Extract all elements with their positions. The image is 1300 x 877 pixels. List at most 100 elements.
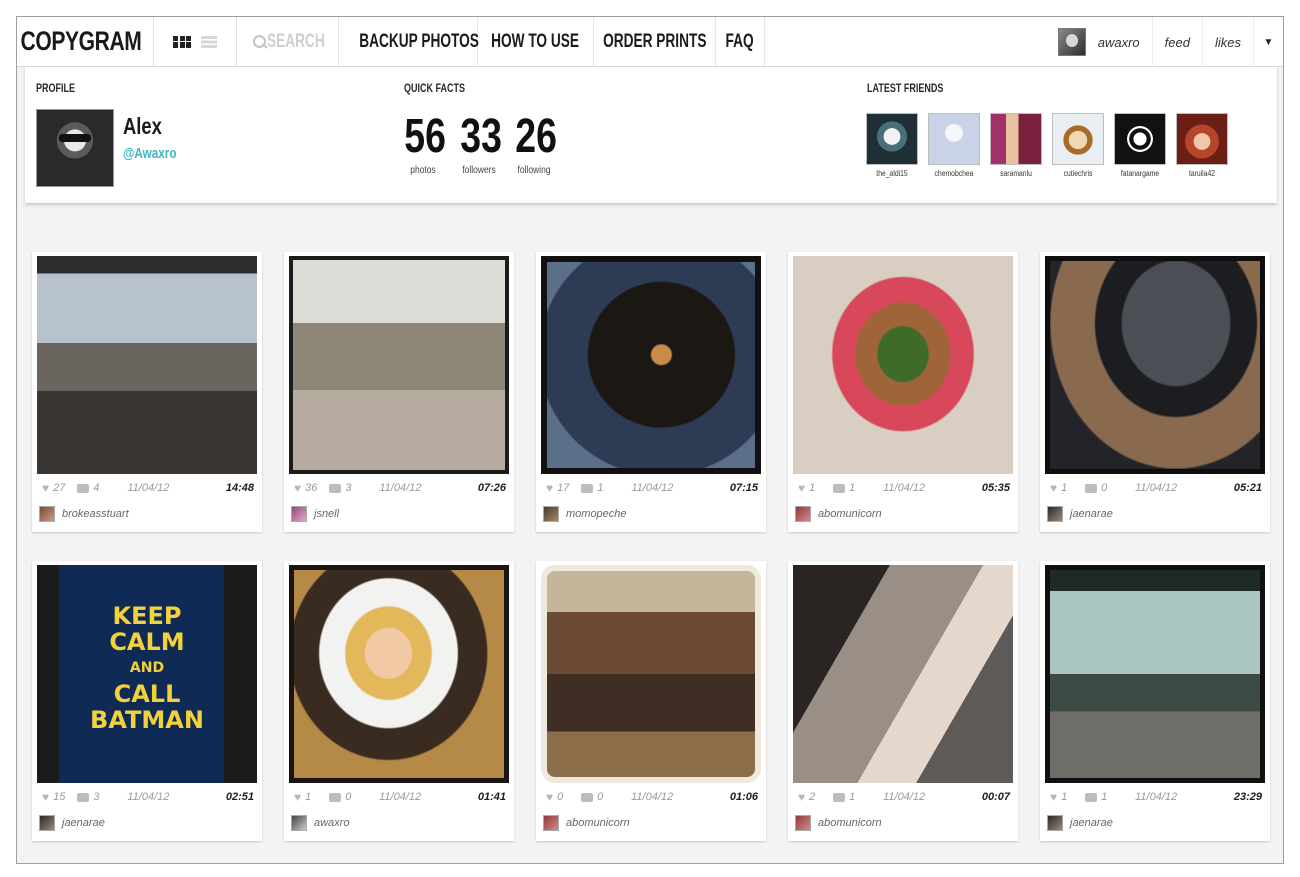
search-input[interactable]: SEARCH [237,17,338,67]
photo-card[interactable]: ♥ 2 1 11/04/12 00:07 abomunicorn [788,561,1018,841]
photo-thumbnail[interactable]: KEEP CALM AND CALL BATMAN [37,565,257,783]
photo-time: 01:41 [477,791,506,803]
photo-owner[interactable]: abomunicorn [795,815,882,831]
comment-icon[interactable] [833,792,846,802]
fact-value: 26 [515,110,557,163]
owner-name: abomunicorn [818,817,882,829]
photo-thumbnail[interactable] [793,565,1013,783]
photo-owner[interactable]: abomunicorn [795,506,882,522]
photo-thumbnail[interactable] [37,256,257,474]
like-count: 17 [557,482,570,494]
friend-item[interactable]: the_aldi15 [865,113,919,178]
friend-item[interactable]: fatanargame [1113,113,1167,178]
comment-count: 3 [345,482,352,494]
photo-thumbnail[interactable] [289,565,509,783]
owner-name: jaenarae [1070,508,1113,520]
photo-owner[interactable]: awaxro [291,815,349,831]
fact-label: photos [410,165,436,176]
photo-time: 00:07 [981,791,1010,803]
logo[interactable]: COPYGRAM [17,17,142,67]
comment-icon[interactable] [329,483,342,493]
like-count: 1 [1061,791,1068,803]
owner-name: momopeche [566,508,627,520]
photo-time: 05:21 [1233,482,1262,494]
photo-owner[interactable]: jaenarae [1047,815,1113,831]
friend-item[interactable]: taruila42 [1175,113,1229,178]
photo-thumbnail[interactable] [289,256,509,474]
heart-icon[interactable]: ♥ [546,481,553,495]
comment-icon[interactable] [329,792,342,802]
photo-card[interactable]: ♥ 36 3 11/04/12 07:26 jsnell [284,252,514,532]
chevron-down-icon[interactable]: ▼ [1253,17,1283,67]
list-view-icon[interactable] [201,35,217,48]
nav-faq[interactable]: FAQ [715,17,765,67]
heart-icon[interactable]: ♥ [1050,481,1057,495]
photo-thumbnail[interactable] [541,565,761,783]
photo-card[interactable]: ♥ 0 0 11/04/12 01:06 abomunicorn [536,561,766,841]
photo-card[interactable]: ♥ 1 1 11/04/12 23:29 jaenarae [1040,561,1270,841]
heart-icon[interactable]: ♥ [294,481,301,495]
comment-icon[interactable] [77,792,90,802]
photo-thumbnail[interactable] [541,256,761,474]
photo-owner[interactable]: jaenarae [1047,506,1113,522]
photo-thumbnail[interactable] [1045,256,1265,474]
heart-icon[interactable]: ♥ [1050,790,1057,804]
heart-icon[interactable]: ♥ [798,790,805,804]
friend-item[interactable]: chemobchea [927,113,981,178]
comment-icon[interactable] [581,792,594,802]
comment-icon[interactable] [1085,792,1098,802]
owner-name: brokeasstuart [62,508,129,520]
photo-meta: ♥ 1 0 11/04/12 01:41 [294,788,506,806]
photo-owner[interactable]: jaenarae [39,815,105,831]
heart-icon[interactable]: ♥ [798,481,805,495]
owner-name: abomunicorn [818,508,882,520]
photo-owner[interactable]: abomunicorn [543,815,630,831]
likes-link[interactable]: likes [1201,17,1253,67]
nav-how-to-use[interactable]: HOW TO USE [477,17,593,67]
photo-date: 11/04/12 [631,791,674,803]
heart-icon[interactable]: ♥ [546,790,553,804]
nav-backup-photos[interactable]: BACKUP PHOTOS [359,17,479,67]
owner-avatar [291,815,307,831]
heart-icon[interactable]: ♥ [42,481,49,495]
feed-link[interactable]: feed [1151,17,1202,67]
photo-card[interactable]: KEEP CALM AND CALL BATMAN ♥ 15 3 11/04/1… [32,561,262,841]
app-window: COPYGRAM SEARCH BACKUP PHOTOS HOW TO USE… [16,16,1284,864]
friend-item[interactable]: cutiechris [1051,113,1105,178]
comment-icon[interactable] [77,483,90,493]
friend-item[interactable]: saramanlu [989,113,1043,178]
photo-card[interactable]: ♥ 1 1 11/04/12 05:35 abomunicorn [788,252,1018,532]
photo-thumbnail[interactable] [793,256,1013,474]
username-link[interactable]: awaxro [1096,17,1152,67]
heart-icon[interactable]: ♥ [294,790,301,804]
photo-date: 11/04/12 [127,482,170,494]
heart-icon[interactable]: ♥ [42,790,49,804]
comment-icon[interactable] [581,483,594,493]
nav-how-to-use-label: HOW TO USE [491,30,580,52]
grid-view-icon[interactable] [173,35,191,48]
photo-card[interactable]: ♥ 27 4 11/04/12 14:48 brokeasstuart [32,252,262,532]
photo-card[interactable]: ♥ 1 0 11/04/12 01:41 awaxro [284,561,514,841]
photo-owner[interactable]: jsnell [291,506,339,522]
sign-line: CALM [109,628,185,656]
comment-count: 0 [597,791,604,803]
photo-owner[interactable]: brokeasstuart [39,506,129,522]
friend-name: fatanargame [1120,169,1160,178]
owner-avatar [795,815,811,831]
photo-card[interactable]: ♥ 17 1 11/04/12 07:15 momopeche [536,252,766,532]
comment-icon[interactable] [833,483,846,493]
comment-count: 1 [1101,791,1108,803]
nav-order-prints[interactable]: ORDER PRINTS [593,17,715,67]
profile-handle[interactable]: @Awaxro [123,145,176,162]
owner-name: awaxro [314,817,350,829]
photo-card[interactable]: ♥ 1 0 11/04/12 05:21 jaenarae [1040,252,1270,532]
photo-time: 07:15 [729,482,758,494]
photo-owner[interactable]: momopeche [543,506,627,522]
like-count: 36 [305,482,318,494]
photo-thumbnail[interactable] [1045,565,1265,783]
owner-name: jaenarae [62,817,105,829]
comment-count: 1 [849,791,856,803]
comment-icon[interactable] [1085,483,1098,493]
avatar[interactable] [1057,28,1086,56]
fact-label: followers [462,165,496,176]
